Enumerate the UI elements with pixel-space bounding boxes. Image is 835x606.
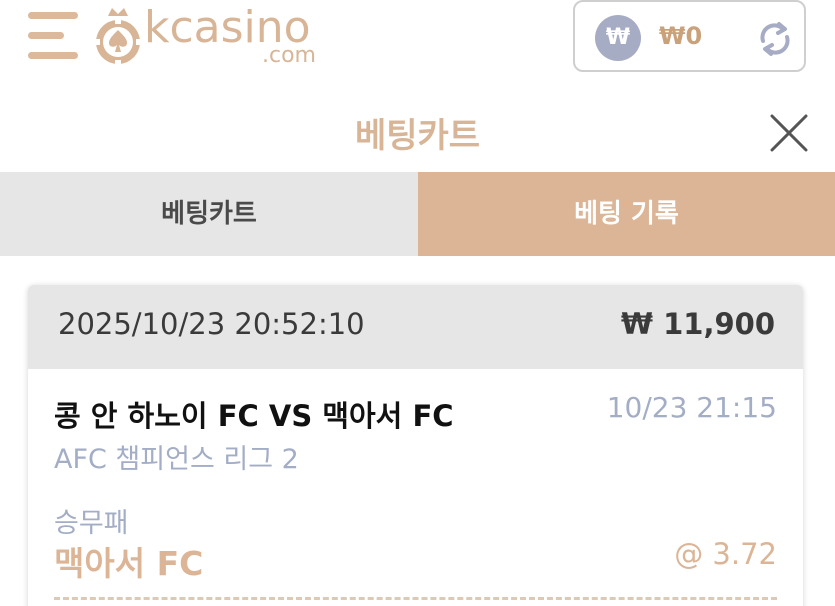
bet-amount: ₩ 11,900 bbox=[621, 307, 775, 341]
selected-pick: 맥아서 FC bbox=[54, 544, 204, 583]
wallet-balance-box: ₩ ₩0 bbox=[573, 0, 806, 72]
bet-history-page: kcasino .com ₩ ₩0 베팅카트 베팅카트 베팅 기록 2025/1… bbox=[0, 0, 835, 606]
balance-amount: ₩0 bbox=[659, 22, 703, 50]
bet-datetime: 2025/10/23 20:52:10 bbox=[58, 307, 365, 341]
dashed-divider bbox=[54, 597, 777, 600]
won-icon: ₩ bbox=[595, 15, 641, 61]
header: kcasino .com ₩ ₩0 bbox=[0, 0, 835, 92]
casino-chip-icon bbox=[94, 8, 142, 66]
logo[interactable]: kcasino .com bbox=[92, 4, 332, 68]
league-name: AFC 챔피언스 리그 2 bbox=[54, 444, 299, 475]
page-title: 베팅카트 bbox=[354, 116, 481, 156]
bet-record-card[interactable]: 2025/10/23 20:52:10 ₩ 11,900 콩 안 하노이 FC … bbox=[28, 285, 803, 606]
close-icon[interactable] bbox=[768, 112, 810, 154]
tab-bar: 베팅카트 베팅 기록 bbox=[0, 172, 835, 256]
match-time: 10/23 21:15 bbox=[606, 391, 777, 424]
logo-domain: .com bbox=[262, 43, 316, 68]
tab-betting-history[interactable]: 베팅 기록 bbox=[418, 172, 835, 256]
bet-record-header: 2025/10/23 20:52:10 ₩ 11,900 bbox=[28, 285, 803, 369]
pick-odds: @ 3.72 bbox=[674, 537, 777, 571]
market-type: 승무패 bbox=[54, 508, 129, 539]
menu-icon[interactable] bbox=[28, 12, 80, 60]
refresh-icon[interactable] bbox=[755, 19, 795, 59]
tab-betting-cart[interactable]: 베팅카트 bbox=[0, 172, 418, 256]
match-title: 콩 안 하노이 FC VS 맥아서 FC bbox=[54, 399, 454, 433]
